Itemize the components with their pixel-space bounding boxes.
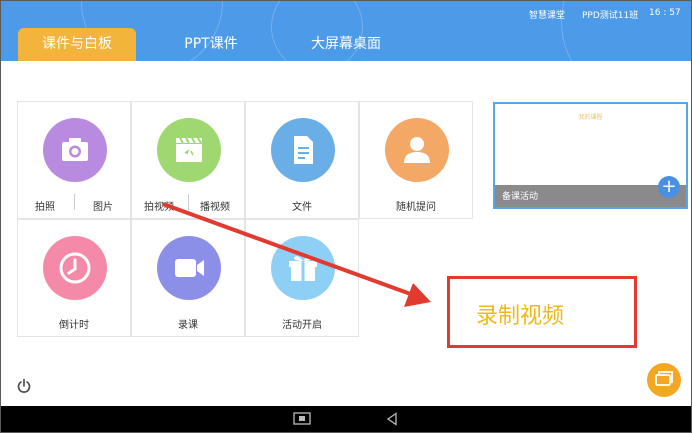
power-icon (17, 378, 31, 393)
file-label: 文件 (292, 202, 312, 213)
clapperboard-icon[interactable] (157, 118, 221, 182)
annotation-callout: 录制视频 (447, 276, 637, 348)
system-nav-bar (1, 406, 691, 432)
tool-countdown[interactable]: 倒计时 (17, 219, 131, 337)
app-window: 智慧课堂 PPD测试11班 16 : 57 课件与白板 PPT课件 大屏幕桌面 … (0, 0, 692, 433)
screen-share-icon (655, 371, 673, 386)
tool-activity[interactable]: 活动开启 (245, 219, 359, 337)
tool-file[interactable]: 文件 (245, 101, 359, 219)
clock-time: 16 : 57 (649, 8, 681, 18)
record-lesson-label: 录课 (178, 320, 198, 331)
tool-record-lesson[interactable]: 录课 (131, 219, 245, 337)
prep-card-title: 我的课程 (578, 114, 603, 121)
activity-label: 活动开启 (282, 320, 322, 331)
tool-video: 拍视频 播视频 (131, 101, 245, 219)
video-camera-icon (157, 236, 221, 300)
top-header: 智慧课堂 PPD测试11班 16 : 57 课件与白板 PPT课件 大屏幕桌面 (1, 1, 691, 61)
screen-icon[interactable] (293, 412, 311, 426)
power-button[interactable] (16, 378, 32, 398)
prep-activity-card[interactable]: 我的课程 备课活动 + (493, 102, 688, 209)
clock-icon (43, 236, 107, 300)
tool-random-question[interactable]: 随机提问 (359, 101, 473, 219)
tool-grid: 拍照 图片 拍视频 播视频 文件 随机提问 倒计时 录课 活动开启 (17, 101, 475, 339)
callout-text: 录制视频 (476, 304, 565, 329)
divider (188, 194, 189, 210)
person-icon (385, 118, 449, 182)
tab-big-screen-desktop[interactable]: 大屏幕桌面 (296, 28, 396, 61)
tab-ppt-courseware[interactable]: PPT课件 (166, 28, 256, 61)
photo-button[interactable]: 拍照 (35, 198, 55, 213)
random-question-label: 随机提问 (396, 202, 436, 213)
app-name: 智慧课堂 (529, 11, 566, 21)
gift-icon (271, 236, 335, 300)
tool-photo: 拍照 图片 (17, 101, 131, 219)
picture-button[interactable]: 图片 (93, 198, 113, 213)
back-icon[interactable] (385, 412, 399, 426)
countdown-label: 倒计时 (59, 320, 89, 331)
camera-icon[interactable] (43, 118, 107, 182)
divider (74, 194, 75, 210)
class-name: PPD测试11班 (582, 11, 639, 21)
screen-share-button[interactable] (647, 363, 681, 397)
prep-activity-label: 备课活动 (502, 192, 539, 202)
document-icon (271, 118, 335, 182)
shoot-video-button[interactable]: 拍视频 (144, 198, 174, 213)
tab-courseware-whiteboard[interactable]: 课件与白板 (18, 28, 136, 61)
add-activity-button[interactable]: + (658, 176, 680, 198)
play-video-button[interactable]: 播视频 (200, 198, 230, 213)
